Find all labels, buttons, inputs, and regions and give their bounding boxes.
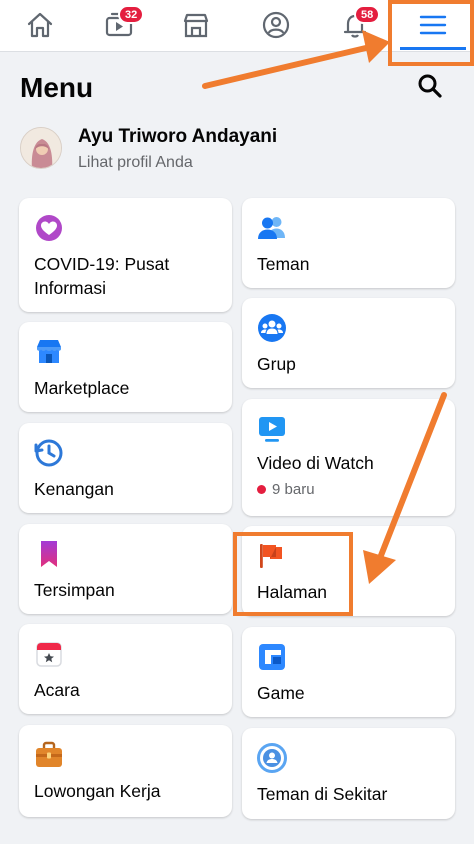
nav-notifications[interactable]: 58	[320, 0, 390, 50]
covid-label-line2: Informasi	[34, 278, 106, 298]
shortcut-friends[interactable]: Teman	[242, 198, 455, 288]
search-button[interactable]	[412, 68, 448, 104]
watch-badge: 32	[118, 5, 145, 24]
kenangan-label: Kenangan	[34, 479, 114, 499]
halaman-label: Halaman	[257, 582, 328, 602]
shortcut-marketplace[interactable]: Marketplace	[19, 322, 232, 412]
flag-icon	[260, 544, 282, 568]
shortcut-memories[interactable]: Kenangan	[19, 423, 232, 513]
nav-watch[interactable]: 32	[84, 0, 154, 50]
menu-icon	[419, 15, 447, 35]
profile-icon	[262, 11, 290, 39]
video-new-count: 9 baru	[257, 481, 315, 498]
nav-marketplace[interactable]	[161, 0, 231, 50]
game-icon	[259, 644, 285, 670]
shortcut-pages[interactable]: Halaman	[242, 526, 455, 616]
sekitar-label: Teman di Sekitar	[257, 784, 388, 804]
profile-row[interactable]: Ayu Triworo Andayani Lihat profil Anda	[18, 124, 458, 174]
top-navigation-bar: 32 58	[0, 0, 474, 52]
new-indicator-dot	[257, 485, 266, 494]
marketplace-label: Marketplace	[34, 378, 130, 398]
shortcut-nearby-friends[interactable]: Teman di Sekitar	[242, 728, 455, 819]
nav-profile[interactable]	[241, 0, 311, 50]
notifications-badge: 58	[354, 5, 381, 24]
teman-label: Teman	[257, 254, 310, 274]
calendar-icon	[36, 642, 62, 667]
friends-icon	[258, 217, 285, 239]
shortcut-gaming[interactable]: Game	[242, 627, 455, 717]
shortcut-jobs[interactable]: Lowongan Kerja	[19, 725, 232, 817]
active-tab-indicator	[400, 47, 466, 50]
shortcut-covid-info[interactable]: COVID-19: Pusat Informasi	[19, 198, 232, 312]
video-sub-text: 9 baru	[272, 481, 315, 498]
marketplace-icon	[183, 13, 209, 38]
shortcut-saved[interactable]: Tersimpan	[19, 524, 232, 614]
bookmark-icon	[41, 541, 57, 567]
covid-label-line1: COVID-19: Pusat	[34, 254, 170, 274]
profile-subtitle: Lihat profil Anda	[78, 154, 193, 171]
page-title: Menu	[20, 72, 94, 103]
heart-icon	[36, 215, 62, 241]
search-icon	[418, 74, 442, 98]
game-label: Game	[257, 683, 305, 703]
avatar	[20, 127, 62, 169]
lowongan-label: Lowongan Kerja	[34, 781, 161, 801]
clock-icon	[34, 439, 63, 467]
profile-name: Ayu Triworo Andayani	[78, 126, 278, 147]
video-icon	[259, 417, 285, 442]
location-icon	[257, 743, 287, 773]
shortcut-watch-videos[interactable]: Video di Watch 9 baru	[242, 399, 455, 516]
shop-icon	[37, 340, 61, 363]
tersimpan-label: Tersimpan	[34, 580, 115, 600]
briefcase-icon	[36, 741, 62, 767]
home-icon	[27, 12, 53, 38]
video-label: Video di Watch	[257, 453, 374, 473]
nav-menu[interactable]	[398, 0, 468, 50]
shortcut-events[interactable]: Acara	[19, 624, 232, 714]
grup-label: Grup	[257, 354, 296, 374]
groups-icon	[258, 314, 286, 342]
shortcut-groups[interactable]: Grup	[242, 298, 455, 388]
nav-home[interactable]	[5, 0, 75, 50]
acara-label: Acara	[34, 680, 80, 700]
